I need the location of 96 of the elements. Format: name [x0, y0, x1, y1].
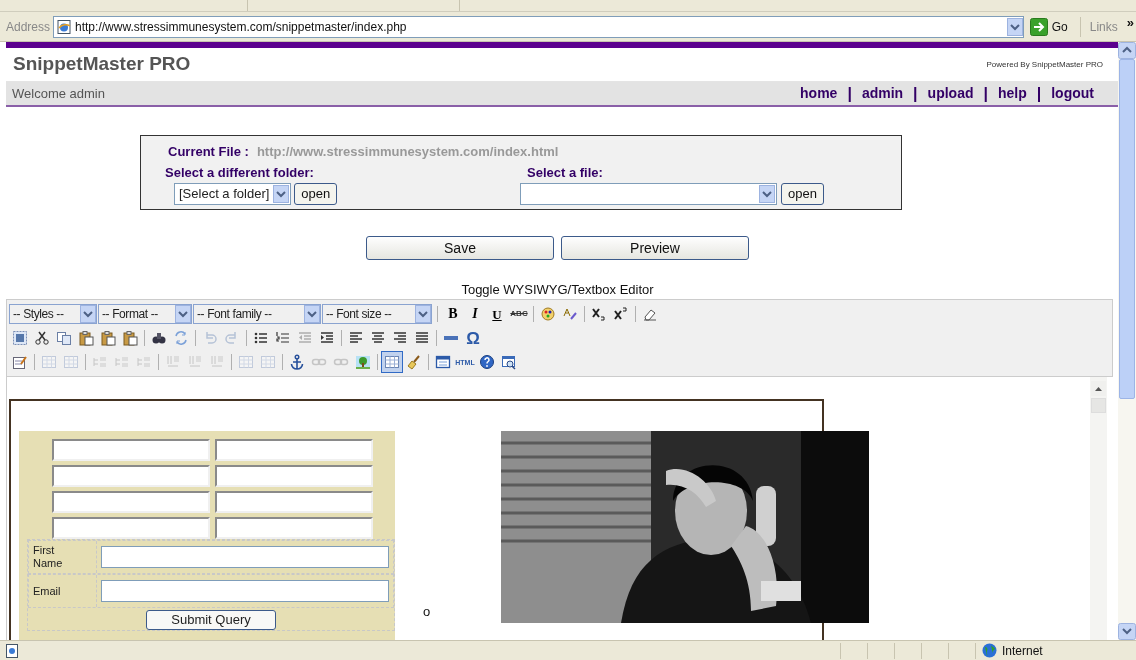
submit-button[interactable]: Submit Query	[146, 610, 276, 630]
nav-separator: |	[983, 83, 988, 104]
table-icon	[63, 354, 79, 370]
bullet-list-icon	[253, 330, 269, 346]
toggle-editor-link[interactable]: Toggle WYSIWYG/Textbox Editor	[461, 282, 654, 298]
form-edit-icon	[12, 354, 28, 370]
scroll-thumb[interactable]	[1091, 398, 1106, 413]
folder-label: Select a different folder:	[165, 164, 315, 181]
address-label: Address	[6, 18, 51, 36]
nav-separator: |	[847, 83, 852, 104]
align-center-icon	[370, 330, 386, 346]
italic-button[interactable]: I	[464, 303, 486, 325]
input-field[interactable]	[52, 465, 210, 487]
input-field[interactable]	[101, 580, 389, 602]
scroll-down-icon[interactable]	[1118, 623, 1136, 640]
table-row-icon	[136, 354, 152, 370]
input-field[interactable]	[215, 439, 373, 461]
table-icon	[384, 354, 400, 370]
table-row-icon	[92, 354, 108, 370]
table-icon	[41, 354, 57, 370]
field-label: First Name	[33, 544, 64, 570]
table-row-icon	[114, 354, 130, 370]
nav-link[interactable]: home	[800, 83, 838, 104]
binoculars-icon	[151, 330, 167, 346]
window-icon	[435, 354, 451, 370]
open-button[interactable]: open	[781, 182, 824, 205]
omega-button[interactable]: Ω	[462, 327, 484, 349]
justify-icon	[414, 330, 430, 346]
replace-icon	[173, 330, 189, 346]
strike-button[interactable]: ABC	[508, 303, 530, 325]
broom-icon	[406, 354, 422, 370]
welcome-text: Welcome admin	[12, 84, 105, 103]
globe-icon	[982, 643, 997, 658]
clipboard-icon	[122, 330, 138, 346]
scissors-icon	[34, 330, 50, 346]
zone-text: Internet	[1002, 642, 1044, 660]
indent-icon	[319, 330, 335, 346]
input-field[interactable]	[215, 465, 373, 487]
nav-link[interactable]: upload	[927, 83, 974, 104]
url-text: http://www.stressimmunesystem.com/snippetmaster/index.php	[75, 18, 408, 36]
powered-by-text: Powered By SnippetMaster PRO	[986, 58, 1104, 71]
align-right-icon	[392, 330, 408, 346]
input-field[interactable]	[52, 517, 210, 539]
clipboard-icon	[100, 330, 116, 346]
current-file-path: http://www.stressimmunesystem.com/index.html	[256, 143, 559, 161]
anchor-icon	[289, 354, 305, 370]
open-button[interactable]: open	[294, 182, 338, 205]
chevron-text[interactable]: »	[1126, 12, 1134, 33]
file-dropdown[interactable]	[520, 182, 777, 205]
underline-button[interactable]: U	[486, 303, 508, 325]
palette-icon	[540, 306, 556, 322]
input-field[interactable]	[215, 517, 373, 539]
nav-link[interactable]: admin	[861, 83, 904, 104]
input-field[interactable]	[215, 491, 373, 513]
input-field[interactable]	[101, 546, 389, 568]
address-field[interactable]: http://www.stressimmunesystem.com/snippetmaster/index.php	[53, 15, 1024, 38]
scroll-up-icon[interactable]	[1118, 42, 1136, 59]
toolbar-dropdown[interactable]: -- Format --	[98, 304, 192, 324]
tree-image-icon	[355, 354, 371, 370]
input-field[interactable]	[52, 491, 210, 513]
stray-text: o	[423, 604, 431, 619]
nav-separator: |	[913, 83, 918, 104]
page-scrollbar[interactable]	[1118, 42, 1136, 640]
superscript-icon	[613, 306, 629, 322]
folder-dropdown[interactable]: [Select a folder]	[174, 182, 292, 205]
toolbar-dropdown[interactable]: -- Font family --	[193, 304, 321, 324]
editor-scrollbar[interactable]	[1090, 377, 1107, 640]
preview-button[interactable]: Preview	[561, 236, 749, 260]
table-icon	[260, 354, 276, 370]
align-left-icon	[348, 330, 364, 346]
current-file-label: Current File :	[168, 143, 249, 161]
field-label: Email	[33, 584, 62, 598]
save-button[interactable]: Save	[366, 236, 554, 260]
bold-button[interactable]: B	[442, 303, 464, 325]
toolbar-dropdown[interactable]: -- Styles --	[9, 304, 97, 324]
spellcheck-icon	[562, 306, 578, 322]
nav-separator: |	[1036, 83, 1042, 104]
help-icon	[479, 354, 495, 370]
outdent-icon	[297, 330, 313, 346]
subscript-icon	[591, 306, 607, 322]
scroll-thumb[interactable]	[1119, 59, 1135, 399]
app-title: SnippetMaster PRO	[13, 52, 191, 77]
select-all-icon	[12, 330, 28, 346]
go-button[interactable]: Go	[1026, 15, 1071, 38]
preview-icon	[501, 354, 517, 370]
table-icon	[238, 354, 254, 370]
page-icon	[6, 643, 18, 658]
clipboard-icon	[78, 330, 94, 346]
input-field[interactable]	[52, 439, 210, 461]
numbered-list-icon	[275, 330, 291, 346]
page-icon	[56, 18, 73, 35]
copy-icon	[56, 330, 72, 346]
file-label: Select a file:	[527, 164, 604, 181]
nav-link[interactable]: help	[997, 83, 1027, 104]
nav-link[interactable]: logout	[1051, 83, 1094, 104]
toolbar-dropdown[interactable]: -- Font size --	[322, 304, 432, 324]
